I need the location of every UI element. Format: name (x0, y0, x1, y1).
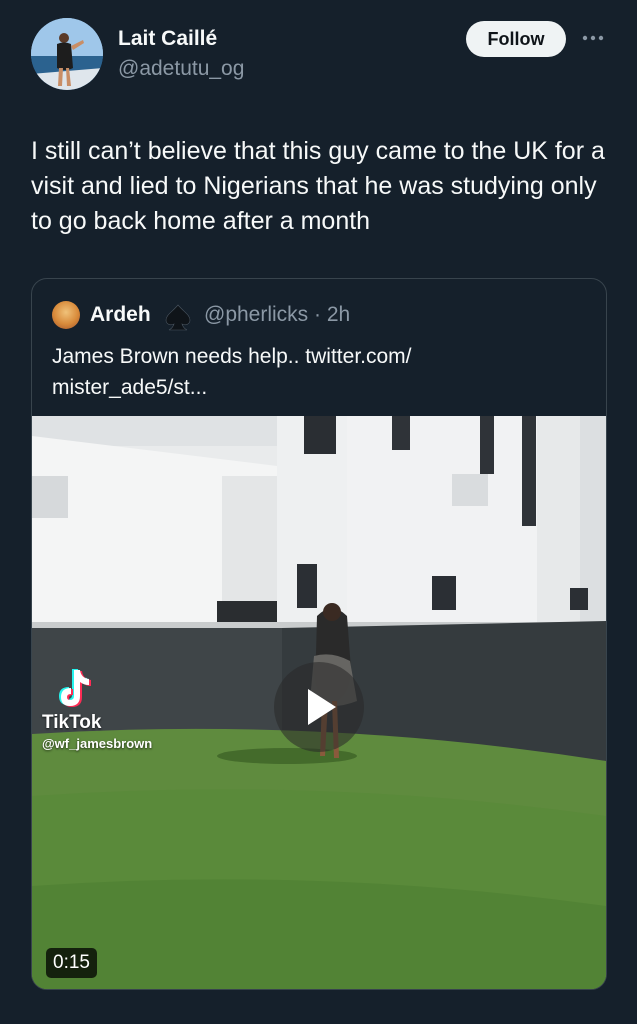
avatar-photo (31, 18, 103, 90)
spade-icon (163, 303, 193, 331)
quote-tweet-card[interactable]: Ardeh @pherlicks · 2h James Brown needs … (31, 278, 607, 990)
tiktok-watermark-label: TikTok (42, 712, 102, 733)
video-duration-badge: 0:15 (46, 948, 97, 978)
quote-author-name[interactable]: Ardeh (90, 303, 151, 327)
more-options-icon[interactable] (580, 28, 606, 48)
quote-text: James Brown needs help.. twitter.com/ mi… (52, 341, 592, 403)
tweet-text: I still can’t believe that this guy came… (31, 137, 605, 235)
quote-author-avatar[interactable] (52, 301, 80, 329)
video-player[interactable]: TikTok @wf_jamesbrown 0:15 (32, 416, 606, 989)
play-icon (308, 689, 336, 725)
tiktok-watermark-handle: @wf_jamesbrown (42, 736, 153, 751)
author-display-name[interactable]: Lait Caillé (118, 27, 217, 51)
play-button[interactable] (274, 662, 364, 752)
tiktok-logo-icon (54, 666, 94, 710)
quote-text-line-2: mister_ade5/st... (52, 376, 208, 399)
author-handle[interactable]: @adetutu_og (118, 57, 244, 81)
quote-text-line-1: James Brown needs help.. twitter.com/ (52, 345, 412, 368)
author-avatar[interactable] (31, 18, 103, 90)
follow-button[interactable]: Follow (466, 21, 566, 57)
quote-author-handle-time[interactable]: @pherlicks · 2h (204, 303, 350, 327)
